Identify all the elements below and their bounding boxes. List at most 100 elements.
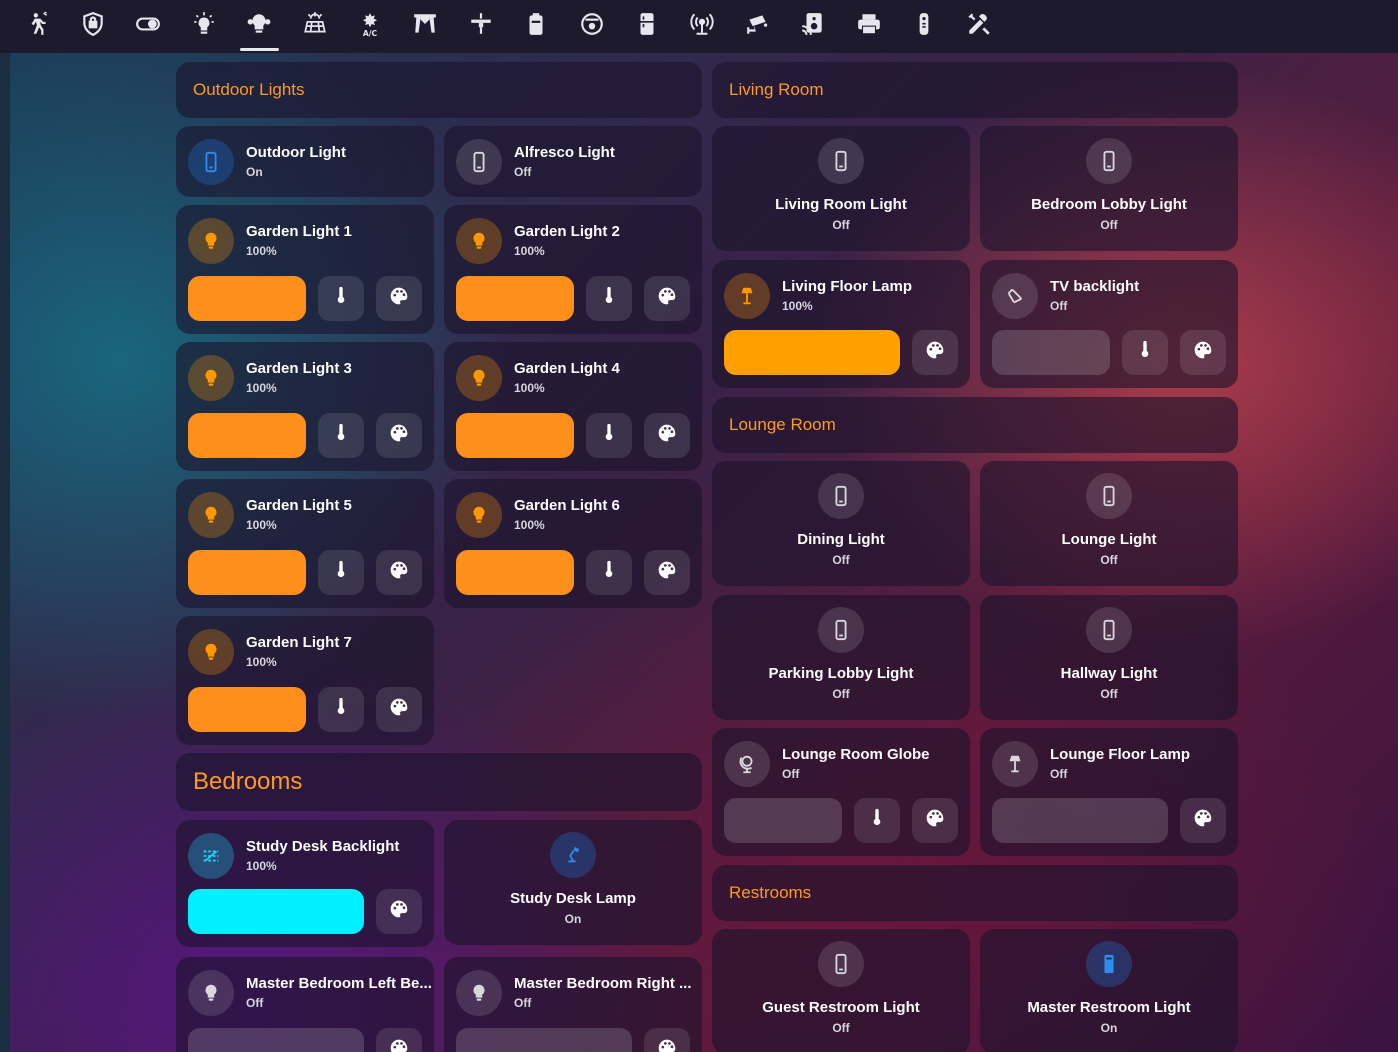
light-card-garden-light-6[interactable]: Garden Light 6 100%	[444, 479, 702, 608]
light-card-guest-restroom-light[interactable]: Guest Restroom Light Off	[712, 929, 970, 1052]
color-button[interactable]	[376, 550, 422, 595]
floor-lamp-icon[interactable]	[724, 273, 770, 319]
brightness-slider[interactable]	[456, 413, 574, 458]
phone-icon[interactable]	[1086, 138, 1132, 184]
color-temp-button[interactable]	[1122, 330, 1168, 375]
tab-network[interactable]	[675, 0, 730, 53]
tab-cameras[interactable]	[730, 0, 785, 53]
light-card-lounge-room-globe[interactable]: Lounge Room Globe Off	[712, 728, 970, 856]
tab-printer[interactable]	[841, 0, 896, 53]
brightness-slider[interactable]	[724, 330, 900, 375]
phone-icon[interactable]	[456, 139, 502, 185]
brightness-slider[interactable]	[188, 413, 306, 458]
tab-climate[interactable]: A/C	[342, 0, 397, 53]
color-temp-button[interactable]	[586, 413, 632, 458]
brightness-slider[interactable]	[188, 687, 306, 732]
brightness-slider[interactable]	[188, 276, 306, 321]
light-card-living-floor-lamp[interactable]: Living Floor Lamp 100%	[712, 260, 970, 388]
brightness-slider[interactable]	[188, 550, 306, 595]
color-button[interactable]	[644, 276, 690, 321]
tab-switches[interactable]	[121, 0, 176, 53]
color-button[interactable]	[376, 889, 422, 934]
color-button[interactable]	[644, 413, 690, 458]
lightbulb-icon[interactable]	[188, 492, 234, 538]
color-button[interactable]	[376, 413, 422, 458]
light-card-hallway-light[interactable]: Hallway Light Off	[980, 595, 1238, 720]
brightness-slider[interactable]	[188, 1028, 364, 1052]
tab-covers[interactable]	[398, 0, 453, 53]
light-card-garden-light-3[interactable]: Garden Light 3 100%	[176, 342, 434, 471]
lightbulb-icon[interactable]	[456, 970, 502, 1016]
color-temp-button[interactable]	[318, 687, 364, 732]
tab-remote[interactable]	[896, 0, 951, 53]
lightbulb-icon[interactable]	[188, 355, 234, 401]
light-card-alfresco-light[interactable]: Alfresco Light Off	[444, 126, 702, 197]
brightness-slider[interactable]	[456, 276, 574, 321]
brightness-slider[interactable]	[456, 550, 574, 595]
floor-lamp-icon[interactable]	[992, 741, 1038, 787]
tab-battery[interactable]	[509, 0, 564, 53]
light-card-study-desk-backlight[interactable]: Study Desk Backlight 100%	[176, 820, 434, 947]
brightness-slider[interactable]	[724, 798, 842, 843]
color-button[interactable]	[644, 550, 690, 595]
brightness-slider[interactable]	[992, 798, 1168, 843]
tab-security[interactable]	[65, 0, 120, 53]
tab-light-groups[interactable]	[232, 0, 287, 53]
tab-solar[interactable]	[287, 0, 342, 53]
lightbulb-icon[interactable]	[456, 218, 502, 264]
tab-fans[interactable]	[453, 0, 508, 53]
color-button[interactable]	[1180, 798, 1226, 843]
light-card-living-room-light[interactable]: Living Room Light Off	[712, 126, 970, 251]
brightness-slider[interactable]	[456, 1028, 632, 1052]
phone-icon[interactable]	[1086, 941, 1132, 987]
tab-vacuum[interactable]	[564, 0, 619, 53]
lightbulb-icon[interactable]	[456, 492, 502, 538]
light-card-garden-light-1[interactable]: Garden Light 1 100%	[176, 205, 434, 334]
color-button[interactable]	[644, 1028, 690, 1052]
lightbulb-icon[interactable]	[188, 218, 234, 264]
light-card-garden-light-2[interactable]: Garden Light 2 100%	[444, 205, 702, 334]
phone-icon[interactable]	[818, 607, 864, 653]
lightbulb-icon[interactable]	[188, 629, 234, 675]
light-card-master-restroom-light[interactable]: Master Restroom Light On	[980, 929, 1238, 1052]
phone-icon[interactable]	[1086, 473, 1132, 519]
light-card-tv-backlight[interactable]: TV backlight Off	[980, 260, 1238, 388]
phone-icon[interactable]	[818, 138, 864, 184]
brightness-slider[interactable]	[188, 889, 364, 934]
color-temp-button[interactable]	[586, 276, 632, 321]
light-card-dining-light[interactable]: Dining Light Off	[712, 461, 970, 586]
led-strip-icon[interactable]	[188, 833, 234, 879]
color-temp-button[interactable]	[318, 413, 364, 458]
lightbulb-icon[interactable]	[456, 355, 502, 401]
light-card-bedroom-lobby-light[interactable]: Bedroom Lobby Light Off	[980, 126, 1238, 251]
led-strip-icon[interactable]	[992, 273, 1038, 319]
tab-appliances[interactable]	[619, 0, 674, 53]
light-card-lounge-light[interactable]: Lounge Light Off	[980, 461, 1238, 586]
light-card-master-bedroom-right[interactable]: Master Bedroom Right ... Off	[444, 957, 702, 1052]
tab-lights[interactable]	[176, 0, 231, 53]
color-button[interactable]	[376, 276, 422, 321]
phone-icon[interactable]	[1086, 607, 1132, 653]
color-temp-button[interactable]	[854, 798, 900, 843]
color-temp-button[interactable]	[586, 550, 632, 595]
light-card-outdoor-light[interactable]: Outdoor Light On	[176, 126, 434, 197]
color-temp-button[interactable]	[318, 276, 364, 321]
light-card-parking-lobby-light[interactable]: Parking Lobby Light Off	[712, 595, 970, 720]
color-button[interactable]	[376, 1028, 422, 1052]
desk-lamp-icon[interactable]	[550, 832, 596, 878]
color-button[interactable]	[912, 798, 958, 843]
color-button[interactable]	[1180, 330, 1226, 375]
tab-settings[interactable]	[952, 0, 1007, 53]
lightbulb-icon[interactable]	[188, 970, 234, 1016]
light-card-lounge-floor-lamp[interactable]: Lounge Floor Lamp Off	[980, 728, 1238, 856]
light-card-garden-light-4[interactable]: Garden Light 4 100%	[444, 342, 702, 471]
tab-media[interactable]	[785, 0, 840, 53]
light-card-garden-light-5[interactable]: Garden Light 5 100%	[176, 479, 434, 608]
light-card-garden-light-7[interactable]: Garden Light 7 100%	[176, 616, 434, 745]
color-button[interactable]	[912, 330, 958, 375]
light-card-study-desk-lamp[interactable]: Study Desk Lamp On	[444, 820, 702, 945]
color-button[interactable]	[376, 687, 422, 732]
tab-motion[interactable]	[10, 0, 65, 53]
phone-icon[interactable]	[818, 473, 864, 519]
brightness-slider[interactable]	[992, 330, 1110, 375]
